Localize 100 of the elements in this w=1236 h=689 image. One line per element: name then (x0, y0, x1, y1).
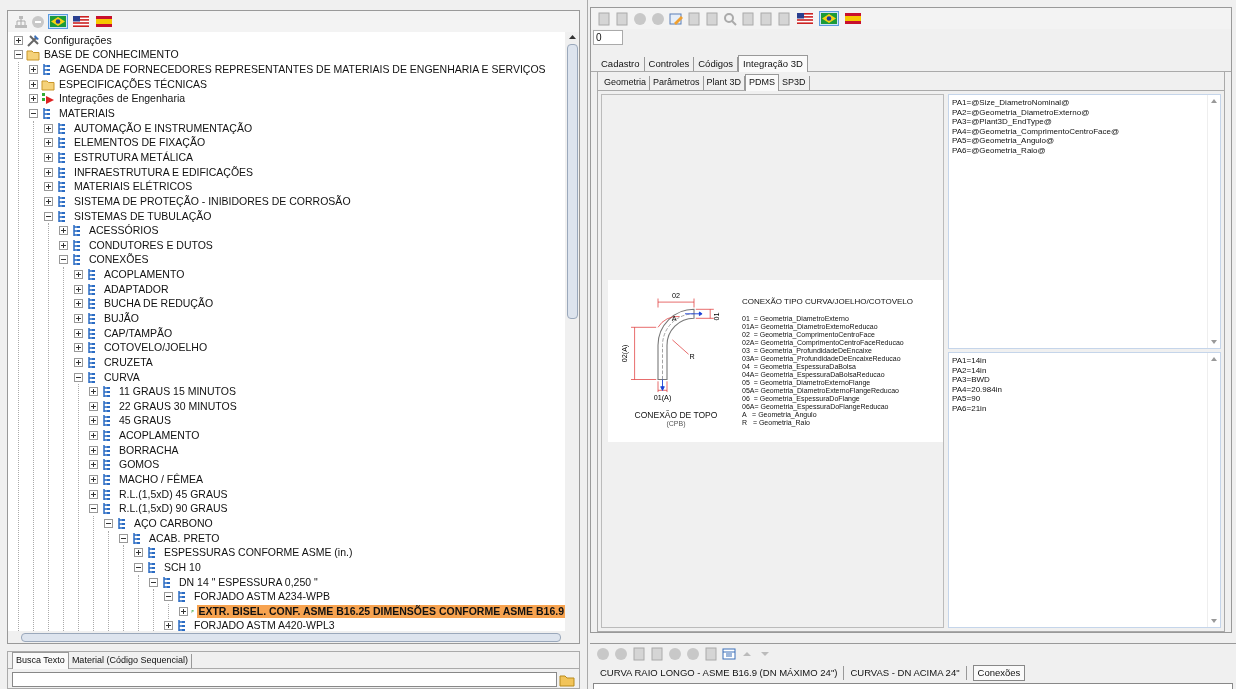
tab[interactable]: SP3D (779, 76, 810, 90)
expand-toggle[interactable] (74, 314, 83, 323)
tree-item[interactable]: BUCHA DE REDUÇÃO (103, 297, 215, 311)
tab[interactable]: CURVAS - DN ACIMA 24" (844, 666, 967, 680)
tree-item[interactable]: SISTEMA DE PROTEÇÃO - INIBIDORES DE CORROSÃO (73, 194, 352, 208)
tree-item[interactable]: AÇO CARBONO (133, 516, 214, 530)
tree-item[interactable]: 22 GRAUS 30 MINUTOS (118, 399, 238, 413)
expand-toggle[interactable] (89, 475, 98, 485)
tree-item[interactable]: MATERIAIS (58, 107, 116, 120)
expand-toggle[interactable] (29, 65, 38, 75)
tree-item[interactable]: ACESSÓRIOS (88, 224, 160, 238)
tree-item[interactable]: ADAPTADOR (103, 282, 170, 296)
collapse-toggle[interactable] (149, 577, 158, 587)
tree-item[interactable]: GOMOS (118, 458, 161, 472)
collapse-toggle[interactable] (14, 50, 23, 60)
tree-item[interactable]: ESTRUTURA METÁLICA (73, 150, 195, 164)
collapse-toggle[interactable] (89, 504, 98, 514)
collapse-toggle[interactable] (119, 533, 128, 543)
search-field[interactable] (12, 672, 557, 687)
tree-item[interactable]: 45 GRAUS (118, 414, 172, 428)
tab[interactable]: CURVA RAIO LONGO - ASME B16.9 (DN MÁXIMO 24") (594, 666, 845, 680)
expand-toggle[interactable] (44, 167, 53, 177)
expand-toggle[interactable] (74, 328, 83, 338)
language-toggle[interactable] (795, 11, 815, 26)
tree-item[interactable]: Configurações (43, 33, 113, 47)
tree-item[interactable]: DN 14 " ESPESSURA 0,250 " (178, 575, 319, 589)
tree-item[interactable]: CURVA (103, 370, 141, 384)
tree-item[interactable]: ACOPLAMENTO (103, 268, 186, 282)
expand-toggle[interactable] (89, 460, 98, 470)
tab[interactable]: Geometria (601, 76, 651, 90)
expand-toggle[interactable] (74, 299, 83, 309)
tree-item[interactable]: CONEXÕES (88, 253, 150, 267)
collapse-toggle[interactable] (134, 562, 143, 572)
tree-item[interactable]: MATERIAIS ELÉTRICOS (73, 180, 194, 194)
expand-toggle[interactable] (89, 416, 98, 426)
tree-item[interactable]: R.L.(1,5xD) 45 GRAUS (118, 487, 229, 501)
tree-item[interactable]: Integrações de Engenharia (58, 92, 187, 106)
expand-toggle[interactable] (29, 94, 38, 104)
tab[interactable]: Integração 3D (738, 55, 808, 72)
scroll-up-icon[interactable] (568, 35, 576, 39)
collapse-toggle[interactable] (164, 592, 173, 602)
tree-item[interactable]: BORRACHA (118, 443, 180, 457)
tree-item[interactable]: FORJADO ASTM A234-WPB (193, 590, 331, 604)
expand-toggle[interactable] (89, 387, 98, 397)
tree-item[interactable]: BASE DE CONHECIMENTO (43, 48, 180, 62)
expand-toggle[interactable] (89, 431, 98, 441)
expand-toggle[interactable] (74, 284, 83, 294)
expand-toggle[interactable] (134, 548, 143, 558)
tab[interactable]: PDMS (745, 74, 780, 91)
tree-item[interactable]: FORJADO ASTM A420-WPL3 (193, 619, 336, 631)
language-toggle[interactable] (94, 14, 114, 29)
tree-item[interactable]: ACAB. PRETO (148, 531, 221, 545)
expand-toggle[interactable] (29, 79, 38, 89)
input-field[interactable] (593, 683, 1233, 689)
tree-item[interactable]: CAP/TAMPÃO (103, 326, 174, 340)
collapse-toggle[interactable] (29, 109, 38, 118)
tree-item[interactable]: SISTEMAS DE TUBULAÇÃO (73, 209, 213, 223)
expand-toggle[interactable] (74, 343, 83, 353)
tree-item[interactable]: INFRAESTRUTURA E EDIFICAÇÕES (73, 165, 255, 179)
expand-toggle[interactable] (89, 445, 98, 455)
tree-item[interactable]: ACOPLAMENTO (118, 429, 201, 443)
panel-icon[interactable] (722, 646, 736, 661)
expand-toggle[interactable] (74, 357, 83, 367)
scroll-down-icon[interactable] (1211, 619, 1217, 623)
tree-item[interactable]: BUJÃO (103, 312, 140, 325)
scroll-down-icon[interactable] (1211, 340, 1217, 344)
collapse-toggle[interactable] (59, 255, 68, 265)
expand-toggle[interactable] (44, 182, 53, 192)
collapse-toggle[interactable] (104, 518, 113, 528)
expand-toggle[interactable] (179, 606, 188, 616)
language-toggle[interactable] (71, 14, 91, 29)
tab[interactable]: Conexões (972, 665, 1026, 681)
expand-toggle[interactable] (59, 226, 68, 236)
expand-toggle[interactable] (89, 401, 98, 411)
tree-item[interactable]: MACHO / FÊMEA (118, 473, 204, 487)
tree-item[interactable]: AGENDA DE FORNECEDORES REPRESENTANTES DE MATERIAIS DE ENGENHARIA E SERVIÇOS (58, 63, 547, 77)
tree-item[interactable]: SCH 10 (163, 560, 202, 574)
tree-item[interactable]: ESPESSURAS CONFORME ASME (in.) (163, 546, 354, 560)
expand-toggle[interactable] (44, 123, 53, 133)
tab[interactable]: Busca Texto (12, 652, 69, 669)
expand-toggle[interactable] (44, 196, 53, 206)
values-textarea[interactable]: PA1=14in PA2=14in PA3=BWD PA4=20.984in PA5=90 PA6=21in (948, 352, 1221, 628)
tree-item[interactable]: R.L.(1,5xD) 90 GRAUS (118, 502, 229, 516)
language-toggle[interactable] (48, 14, 68, 29)
expand-toggle[interactable] (59, 240, 68, 250)
language-toggle[interactable] (819, 11, 839, 26)
expand-toggle[interactable] (89, 489, 98, 499)
mapping-textarea[interactable]: PA1=@Size_DiametroNominal@ PA2=@Geometria_DiametroExterno@ PA3=@Plant3D_EndType@ PA4=@Geometria_ComprimentoCentroFace@ PA5=@Geometria_Angulo@ PA6=@Geometria_Raio@ (948, 94, 1221, 349)
code-field[interactable]: 0 (593, 30, 623, 45)
tree-item[interactable]: EXTR. BISEL. CONF. ASME B16.25 DIMENSÕES CONFORME ASME B16.9 (197, 604, 565, 618)
tree-item[interactable]: AUTOMAÇÃO E INSTRUMENTAÇÃO (73, 121, 254, 135)
expand-toggle[interactable] (44, 138, 53, 148)
tree-item[interactable]: ESPECIFICAÇÕES TÉCNICAS (58, 77, 208, 91)
tree-item[interactable]: CRUZETA (103, 355, 154, 369)
tree-item[interactable]: CONDUTORES E DUTOS (88, 238, 214, 252)
expand-toggle[interactable] (164, 621, 173, 631)
collapse-toggle[interactable] (44, 211, 53, 221)
tree-item[interactable]: 11 GRAUS 15 MINUTOS (118, 385, 237, 399)
horizontal-scrollbar[interactable] (8, 631, 579, 643)
collapse-toggle[interactable] (74, 372, 83, 382)
